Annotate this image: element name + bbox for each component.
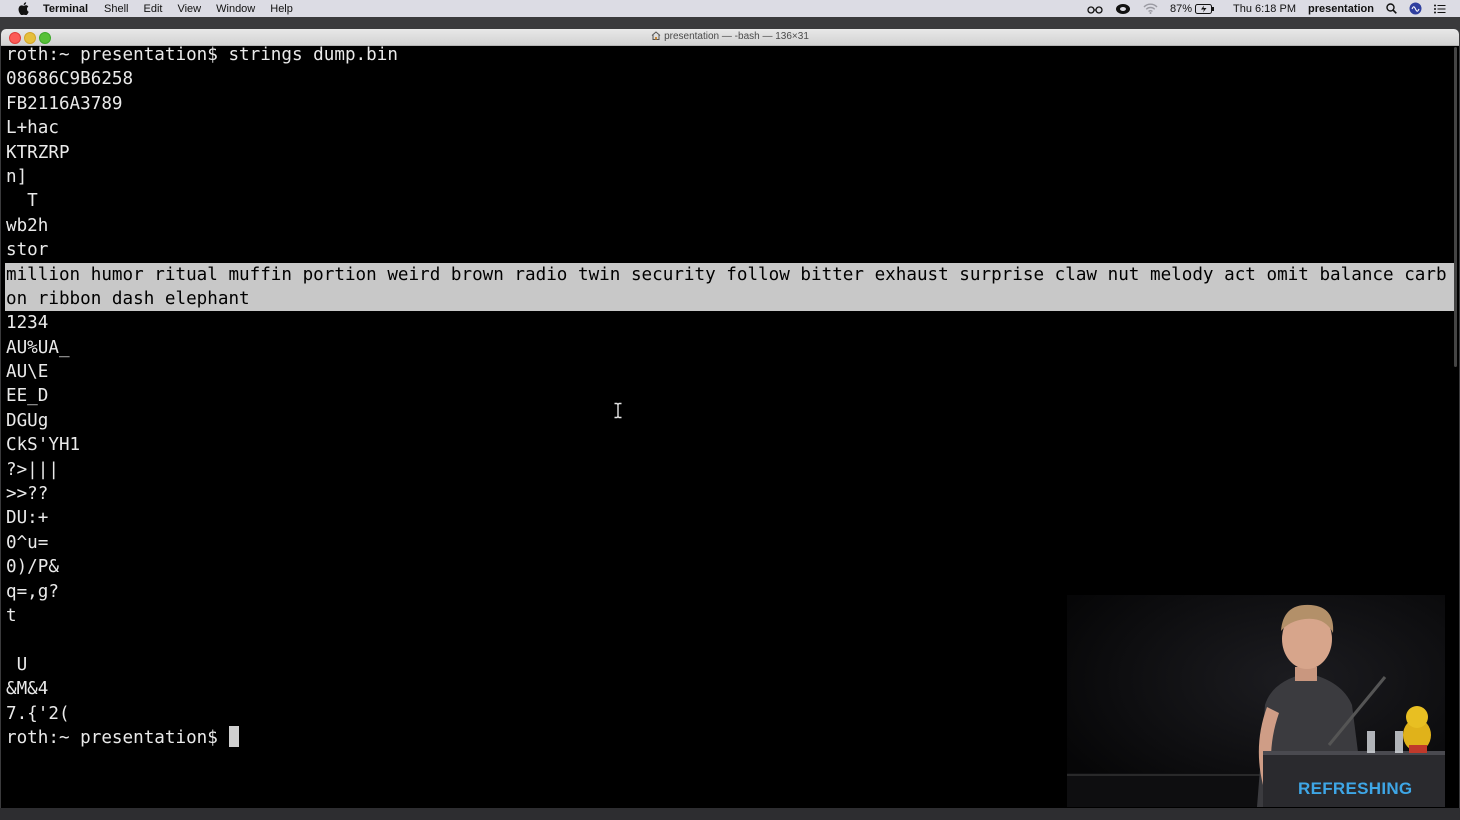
terminal-line: wb2h	[6, 214, 1456, 238]
terminal-line-text: 0^u=	[6, 532, 49, 553]
screen-bottom-edge	[0, 808, 1460, 820]
wifi-icon[interactable]	[1143, 3, 1158, 14]
terminal-line-text: FB2116A3789	[6, 93, 123, 114]
menu-view[interactable]: View	[177, 3, 201, 15]
terminal-line: 1234	[6, 311, 1456, 335]
terminal-line: AU\E	[6, 360, 1456, 384]
terminal-line: EE_D	[6, 384, 1456, 408]
terminal-line-text: CkS'YH1	[6, 435, 81, 456]
terminal-line-text: 08686C9B6258	[6, 69, 134, 90]
terminal-line-text: n]	[6, 166, 28, 187]
battery-percent: 87%	[1169, 2, 1192, 15]
terminal-line-text: on ribbon dash elephant	[6, 288, 250, 309]
terminal-line-selected: on ribbon dash elephant	[5, 286, 1454, 312]
terminal-line-text: ?>|||	[6, 459, 59, 480]
terminal-line: DGUg	[6, 409, 1456, 433]
menu-shell[interactable]: Shell	[104, 3, 128, 15]
terminal-line-text: DU:+	[6, 508, 49, 529]
terminal-line-text: million humor ritual muffin portion weir…	[6, 264, 1447, 285]
terminal-line: >>??	[6, 482, 1456, 506]
window-title: presentation — -bash — 136×31	[1, 31, 1459, 43]
terminal-line-text: U	[6, 654, 28, 675]
terminal-line-text: T	[6, 191, 38, 212]
terminal-line-text: >>??	[6, 484, 49, 505]
creative-cloud-icon[interactable]	[1115, 3, 1131, 15]
terminal-line: 08686C9B6258	[6, 67, 1456, 91]
terminal-line-text: KTRZRP	[6, 142, 70, 163]
app-menu-terminal[interactable]: Terminal	[43, 3, 88, 15]
menubar-clock[interactable]: Thu 6:18 PM	[1233, 3, 1296, 15]
terminal-line-text: AU\E	[6, 362, 49, 383]
terminal-line-text: EE_D	[6, 386, 49, 407]
terminal-line-selected: million humor ritual muffin portion weir…	[5, 262, 1454, 287]
terminal-line-text: q=,g?	[6, 581, 59, 602]
apple-menu-icon[interactable]	[16, 2, 30, 16]
terminal-line: 0)/P&	[6, 555, 1456, 579]
terminal-line: stor	[6, 238, 1456, 262]
battery-charging-icon	[1195, 3, 1215, 14]
home-folder-icon	[651, 31, 661, 43]
terminal-line: KTRZRP	[6, 141, 1456, 165]
terminal-line-text: &M&4	[6, 679, 49, 700]
menu-window[interactable]: Window	[216, 3, 255, 15]
terminal-line-text: roth:~ presentation$ strings dump.bin	[6, 45, 398, 65]
terminal-block-cursor	[229, 725, 240, 747]
terminal-line: ?>|||	[6, 458, 1456, 482]
terminal-line-text: 1234	[6, 313, 49, 334]
terminal-line: T	[6, 189, 1456, 213]
terminal-line-text: 7.{'2(	[6, 703, 70, 724]
notification-center-icon[interactable]	[1434, 4, 1446, 14]
menu-bar: Terminal Shell Edit View Window Help 87%…	[0, 0, 1460, 17]
menu-edit[interactable]: Edit	[144, 3, 163, 15]
terminal-line-text: t	[6, 605, 17, 626]
terminal-line-text: AU%UA_	[6, 337, 70, 358]
terminal-line: CkS'YH1	[6, 433, 1456, 457]
terminal-line: DU:+	[6, 506, 1456, 530]
battery-status[interactable]: 87%	[1170, 3, 1215, 15]
glasses-icon[interactable]	[1087, 4, 1103, 14]
speaker-video-overlay: REFRESHING	[1067, 595, 1445, 807]
terminal-line: AU%UA_	[6, 336, 1456, 360]
siri-icon[interactable]	[1409, 2, 1422, 15]
terminal-line-text: DGUg	[6, 410, 49, 431]
terminal-line: FB2116A3789	[6, 92, 1456, 116]
terminal-line-text: roth:~ presentation$	[6, 727, 229, 748]
ibeam-cursor-icon	[613, 402, 623, 424]
menubar-user[interactable]: presentation	[1308, 3, 1374, 15]
terminal-line-text: 0)/P&	[6, 557, 59, 578]
menu-help[interactable]: Help	[270, 3, 293, 15]
terminal-prompt-line: roth:~ presentation$ strings dump.bin	[6, 43, 1456, 67]
refreshing-brand-logo: REFRESHING	[1298, 779, 1413, 798]
terminal-line-text: stor	[6, 240, 49, 261]
window-title-text: presentation — -bash — 136×31	[664, 31, 809, 42]
terminal-line-text: L+hac	[6, 118, 59, 139]
terminal-line: n]	[6, 165, 1456, 189]
speaker-photo	[1067, 595, 1445, 807]
terminal-line-text: wb2h	[6, 215, 49, 236]
terminal-line: L+hac	[6, 116, 1456, 140]
terminal-line: 0^u=	[6, 531, 1456, 555]
spotlight-search-icon[interactable]	[1386, 3, 1397, 14]
terminal-scrollbar[interactable]	[1454, 47, 1457, 367]
